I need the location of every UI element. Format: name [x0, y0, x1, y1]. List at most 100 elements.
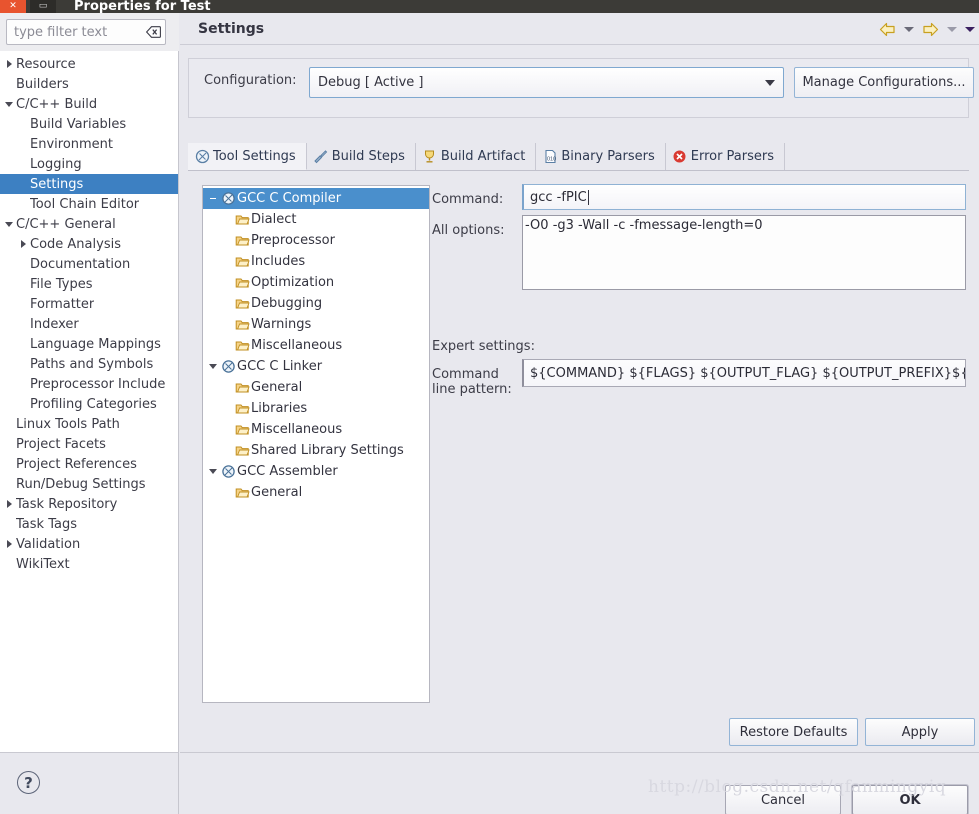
back-history-chevron-down-icon[interactable] — [904, 26, 914, 32]
twisty[interactable] — [206, 198, 220, 199]
chevron-down-icon[interactable] — [765, 79, 775, 86]
tool-tree-item-warnings[interactable]: Warnings — [203, 314, 429, 335]
sidebar-item-documentation[interactable]: Documentation — [0, 254, 178, 274]
sidebar-item-wikitext[interactable]: WikiText — [0, 554, 178, 574]
error-parsers-icon — [672, 149, 688, 165]
chevron-down-icon[interactable] — [209, 364, 217, 369]
twisty[interactable] — [2, 221, 16, 227]
tool-tree-item-general[interactable]: General — [203, 377, 429, 398]
ok-button[interactable]: OK — [852, 785, 968, 814]
sidebar-item-formatter[interactable]: Formatter — [0, 294, 178, 314]
folder-icon — [234, 380, 251, 395]
sidebar-item-environment[interactable]: Environment — [0, 134, 178, 154]
configuration-select[interactable]: Debug [ Active ] — [309, 67, 784, 98]
sidebar-item-c-c-general[interactable]: C/C++ General — [0, 214, 178, 234]
collapse-dash-icon[interactable] — [210, 198, 216, 199]
sidebar-item-indexer[interactable]: Indexer — [0, 314, 178, 334]
cancel-button[interactable]: Cancel — [725, 785, 841, 814]
tool-tree-item-libraries[interactable]: Libraries — [203, 398, 429, 419]
help-icon[interactable]: ? — [17, 771, 40, 794]
sidebar-item-task-tags[interactable]: Task Tags — [0, 514, 178, 534]
sidebar-item-resource[interactable]: Resource — [0, 54, 178, 74]
sidebar-item-settings[interactable]: Settings — [0, 174, 178, 194]
tab-build-steps[interactable]: Build Steps — [307, 143, 416, 170]
chevron-right-icon[interactable] — [20, 240, 26, 248]
chevron-down-icon[interactable] — [5, 101, 13, 107]
tool-tree-item-shared-library-settings[interactable]: Shared Library Settings — [203, 440, 429, 461]
view-menu-chevron-down-icon[interactable] — [965, 26, 975, 32]
chevron-right-icon[interactable] — [6, 60, 12, 68]
sidebar-item-label: Settings — [30, 176, 84, 192]
clear-icon[interactable] — [145, 26, 161, 39]
forward-history-chevron-down-icon[interactable] — [947, 26, 957, 32]
twisty[interactable] — [16, 240, 30, 248]
sidebar-item-run-debug-settings[interactable]: Run/Debug Settings — [0, 474, 178, 494]
window-title: Properties for Test — [74, 0, 211, 13]
sidebar-item-label: C/C++ Build — [16, 96, 98, 112]
all-options-textarea[interactable]: -O0 -g3 -Wall -c -fmessage-length=0 — [522, 215, 966, 290]
settings-tree[interactable]: Resource Builders C/C++ Build Build Variabl… — [0, 51, 178, 713]
chevron-down-icon[interactable] — [5, 221, 13, 227]
tab-binary-parsers[interactable]: 010 Binary Parsers — [536, 143, 666, 170]
tool-tree-item-preprocessor[interactable]: Preprocessor — [203, 230, 429, 251]
tool-tree-item-general[interactable]: General — [203, 482, 429, 503]
sidebar-item-code-analysis[interactable]: Code Analysis — [0, 234, 178, 254]
tool-tree-item-gcc-c-linker[interactable]: GCC C Linker — [203, 356, 429, 377]
sidebar-item-preprocessor-include[interactable]: Preprocessor Include — [0, 374, 178, 394]
sidebar-item-linux-tools-path[interactable]: Linux Tools Path — [0, 414, 178, 434]
manage-configurations-button[interactable]: Manage Configurations... — [794, 67, 974, 98]
twisty[interactable] — [2, 540, 16, 548]
minimize-icon[interactable]: ▭ — [30, 0, 56, 13]
sidebar-item-label: Validation — [16, 536, 81, 552]
apply-button[interactable]: Apply — [865, 718, 975, 746]
tab-build-artifact[interactable]: Build Artifact — [416, 143, 537, 170]
tool-tree-item-gcc-assembler[interactable]: GCC Assembler — [203, 461, 429, 482]
command-line-pattern-input[interactable]: ${COMMAND} ${FLAGS} ${OUTPUT_FLAG} ${OUT… — [522, 359, 966, 387]
tool-tree-item-miscellaneous[interactable]: Miscellaneous — [203, 419, 429, 440]
sidebar-item-profiling-categories[interactable]: Profiling Categories — [0, 394, 178, 414]
restore-defaults-button[interactable]: Restore Defaults — [729, 718, 858, 746]
twisty[interactable] — [206, 469, 220, 474]
tab-error-parsers[interactable]: Error Parsers — [666, 143, 786, 170]
tab-bar[interactable]: Tool Settings Build Steps Build Artifact 01… — [188, 143, 969, 171]
twisty[interactable] — [2, 101, 16, 107]
folder-icon — [234, 401, 251, 416]
sidebar-item-tool-chain-editor[interactable]: Tool Chain Editor — [0, 194, 178, 214]
forward-arrow-icon[interactable] — [922, 22, 939, 37]
tool-tree-item-dialect[interactable]: Dialect — [203, 209, 429, 230]
tab-label: Build Artifact — [440, 149, 526, 164]
tool-tree-item-debugging[interactable]: Debugging — [203, 293, 429, 314]
sidebar-item-build-variables[interactable]: Build Variables — [0, 114, 178, 134]
twisty[interactable] — [206, 364, 220, 369]
tool-tree-item-optimization[interactable]: Optimization — [203, 272, 429, 293]
apply-button-row: Restore Defaults Apply — [180, 713, 979, 753]
tab-tool-settings[interactable]: Tool Settings — [188, 143, 307, 170]
sidebar-item-c-c-build[interactable]: C/C++ Build — [0, 94, 178, 114]
tool-tree-item-gcc-c-compiler[interactable]: GCC C Compiler — [203, 188, 429, 209]
tool-tree-item-includes[interactable]: Includes — [203, 251, 429, 272]
sidebar-item-label: Preprocessor Include — [30, 376, 166, 392]
command-input[interactable]: gcc -fPIC — [522, 184, 966, 210]
tool-tree-item-miscellaneous[interactable]: Miscellaneous — [203, 335, 429, 356]
tool-option-tree[interactable]: GCC C Compiler Dialect Preprocessor Include… — [202, 185, 430, 703]
chevron-down-icon[interactable] — [209, 469, 217, 474]
sidebar-item-logging[interactable]: Logging — [0, 154, 178, 174]
sidebar-item-label: Code Analysis — [30, 236, 121, 252]
close-icon[interactable]: ✕ — [0, 0, 26, 13]
sidebar-item-file-types[interactable]: File Types — [0, 274, 178, 294]
sidebar-item-project-facets[interactable]: Project Facets — [0, 434, 178, 454]
sidebar-item-task-repository[interactable]: Task Repository — [0, 494, 178, 514]
search-input[interactable]: type filter text — [6, 19, 166, 45]
twisty[interactable] — [2, 500, 16, 508]
sidebar-item-language-mappings[interactable]: Language Mappings — [0, 334, 178, 354]
sidebar-item-paths-and-symbols[interactable]: Paths and Symbols — [0, 354, 178, 374]
command-value: gcc -fPIC — [530, 189, 587, 205]
tool-settings-content: GCC C Compiler Dialect Preprocessor Include… — [188, 171, 969, 713]
sidebar-item-builders[interactable]: Builders — [0, 74, 178, 94]
twisty[interactable] — [2, 60, 16, 68]
chevron-right-icon[interactable] — [6, 540, 12, 548]
sidebar-item-project-references[interactable]: Project References — [0, 454, 178, 474]
chevron-right-icon[interactable] — [6, 500, 12, 508]
sidebar-item-validation[interactable]: Validation — [0, 534, 178, 554]
back-arrow-icon[interactable] — [879, 22, 896, 37]
